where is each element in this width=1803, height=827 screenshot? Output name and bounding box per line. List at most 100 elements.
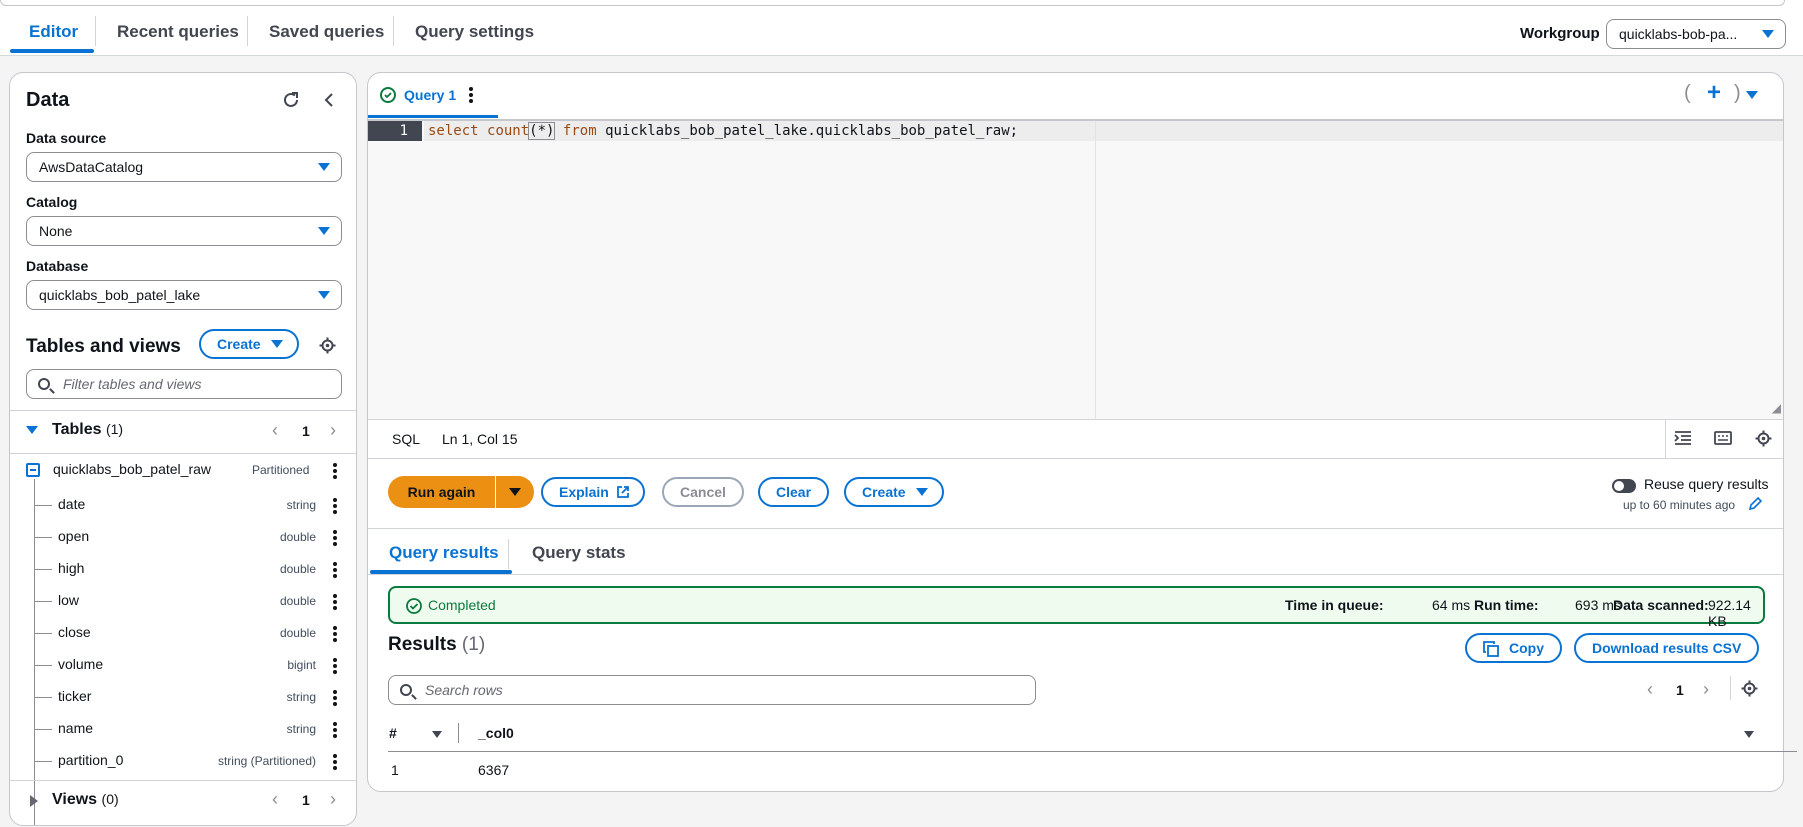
download-csv-button[interactable]: Download results CSV (1574, 633, 1760, 663)
column-actions-icon[interactable] (333, 498, 337, 516)
tab-options-icon[interactable] (1746, 91, 1758, 99)
copy-results-button[interactable]: Copy (1465, 633, 1562, 663)
search-rows-input[interactable]: Search rows (388, 675, 1036, 705)
column-divider[interactable] (458, 723, 459, 743)
tab-recent-queries[interactable]: Recent queries (117, 22, 239, 42)
code-keyword: select (428, 123, 479, 139)
results-title: Results (1) (388, 634, 485, 656)
views-section-label[interactable]: Views (0) (52, 791, 119, 809)
column-actions-icon[interactable] (333, 530, 337, 548)
views-page-number[interactable]: 1 (302, 792, 310, 808)
run-again-button[interactable]: Run again (388, 476, 495, 508)
column-header-index: # (389, 725, 397, 741)
search-icon (400, 684, 412, 696)
add-query-tab-icon[interactable]: + (1707, 79, 1721, 107)
column-row[interactable]: close double (10, 617, 356, 649)
results-page-number[interactable]: 1 (1676, 682, 1684, 698)
column-name: partition_0 (58, 752, 124, 768)
table-preferences-icon[interactable] (1741, 680, 1758, 700)
expand-views-icon[interactable] (30, 795, 38, 807)
tab-divider (247, 16, 248, 46)
column-actions-icon[interactable] (333, 594, 337, 612)
column-name: date (58, 496, 86, 512)
line-number: 1 (368, 121, 422, 141)
create-button[interactable]: Create (844, 477, 944, 507)
active-query-tab-indicator (368, 115, 498, 118)
column-actions-icon[interactable] (333, 562, 337, 580)
reuse-results-toggle[interactable] (1612, 479, 1636, 493)
data-panel: Data Data source AwsDataCatalog Catalog … (9, 72, 357, 826)
results-title-text: Results (388, 634, 457, 655)
tab-query-stats[interactable]: Query stats (532, 543, 626, 563)
tab-scroll-left: ( (1684, 82, 1691, 104)
gear-icon[interactable] (319, 337, 336, 357)
chevron-down-icon (318, 291, 330, 299)
column-row[interactable]: partition_0 string (Partitioned) (10, 745, 356, 777)
query-tab-menu-icon[interactable] (469, 87, 473, 105)
workgroup-select[interactable]: quicklabs-bob-pa... (1606, 19, 1786, 49)
tables-page-number[interactable]: 1 (302, 423, 310, 439)
column-row[interactable]: date string (10, 489, 356, 521)
chevron-left-icon[interactable]: ‹ (1647, 680, 1653, 698)
sort-icon[interactable] (1744, 731, 1754, 738)
data-scanned-value: 922.14 KB (1708, 597, 1751, 629)
run-options-button[interactable] (496, 476, 534, 508)
cancel-button[interactable]: Cancel (662, 477, 744, 507)
refresh-icon[interactable] (282, 91, 300, 112)
tab-saved-queries[interactable]: Saved queries (269, 22, 384, 42)
column-row[interactable]: name string (10, 713, 356, 745)
code-keyword: from (562, 123, 597, 139)
table-name[interactable]: quicklabs_bob_patel_raw (53, 461, 211, 477)
table-row[interactable]: 1 6367 (388, 752, 1797, 790)
collapse-table-icon[interactable] (26, 463, 40, 477)
column-row[interactable]: ticker string (10, 681, 356, 713)
editor-settings-icon[interactable] (1755, 430, 1772, 450)
column-actions-icon[interactable] (333, 626, 337, 644)
tab-editor[interactable]: Editor (29, 22, 78, 42)
tree-branch (34, 505, 52, 506)
column-row[interactable]: open double (10, 521, 356, 553)
results-count: (1) (461, 634, 486, 655)
chevron-right-icon[interactable]: › (330, 790, 336, 808)
chevron-right-icon[interactable]: › (1703, 680, 1709, 698)
filter-tables-input[interactable]: Filter tables and views (26, 369, 342, 399)
table-actions-icon[interactable] (333, 463, 337, 481)
explain-label: Explain (559, 484, 609, 500)
format-query-icon[interactable] (1674, 430, 1692, 449)
column-row[interactable]: low double (10, 585, 356, 617)
chevron-left-icon[interactable]: ‹ (272, 790, 278, 808)
data-source-select[interactable]: AwsDataCatalog (26, 152, 342, 182)
reuse-results-sublabel: up to 60 minutes ago (1623, 498, 1736, 512)
column-header-col0[interactable]: _col0 (478, 725, 514, 741)
tab-scroll-right: ) (1734, 82, 1741, 104)
tab-query-settings[interactable]: Query settings (415, 22, 534, 42)
create-table-button[interactable]: Create (199, 329, 299, 359)
chevron-left-icon[interactable]: ‹ (272, 421, 278, 439)
resize-handle-icon[interactable]: ◢ (1772, 401, 1781, 415)
clear-button[interactable]: Clear (758, 477, 830, 507)
create-label: Create (862, 484, 906, 500)
tables-section-label[interactable]: Tables (1) (52, 421, 123, 439)
column-actions-icon[interactable] (333, 722, 337, 740)
chevron-right-icon[interactable]: › (330, 421, 336, 439)
column-actions-icon[interactable] (333, 690, 337, 708)
edit-icon[interactable] (1748, 497, 1762, 511)
tab-query-results[interactable]: Query results (389, 543, 499, 563)
explain-button[interactable]: Explain (541, 477, 645, 507)
column-row[interactable]: volume bigint (10, 649, 356, 681)
collapse-panel-icon[interactable] (323, 91, 335, 112)
data-source-label: Data source (26, 130, 107, 146)
database-select[interactable]: quicklabs_bob_patel_lake (26, 280, 342, 310)
keyboard-icon[interactable] (1714, 430, 1732, 449)
column-actions-icon[interactable] (333, 754, 337, 772)
column-actions-icon[interactable] (333, 658, 337, 676)
sql-editor[interactable]: 1 select count(*) from quicklabs_bob_pat… (368, 119, 1783, 421)
code-line[interactable]: select count(*) from quicklabs_bob_patel… (424, 121, 1783, 141)
column-type: string (286, 690, 316, 704)
queue-time-value: 64 ms (1432, 597, 1471, 613)
expand-tables-icon[interactable] (26, 426, 38, 434)
column-row[interactable]: high double (10, 553, 356, 585)
sort-icon[interactable] (432, 731, 442, 738)
catalog-select[interactable]: None (26, 216, 342, 246)
query-tab-label[interactable]: Query 1 (404, 87, 456, 103)
